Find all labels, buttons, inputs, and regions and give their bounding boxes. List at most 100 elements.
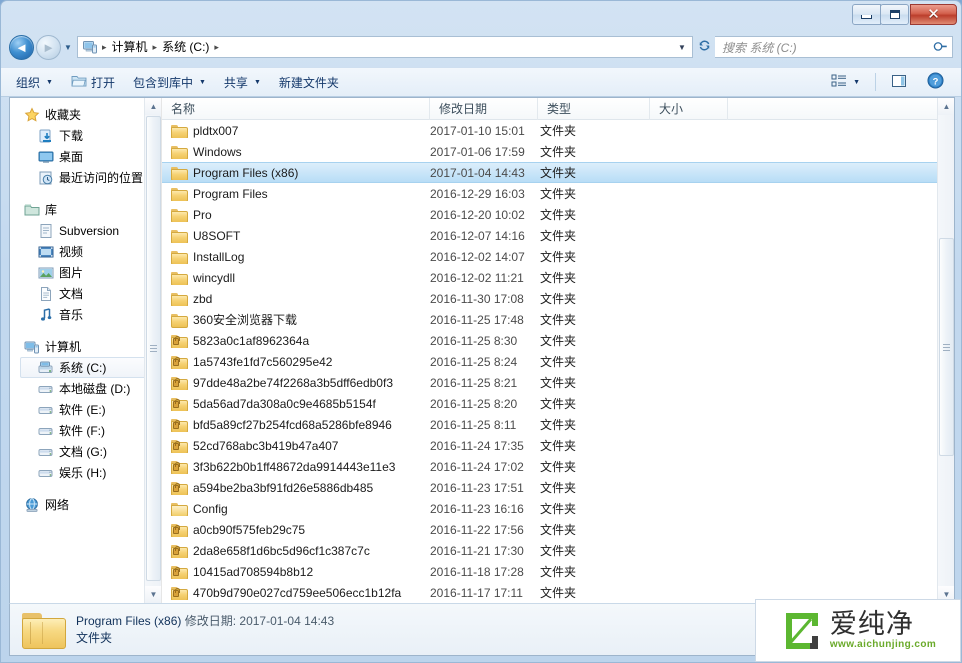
sidebar-item-文档 (G:)[interactable]: 文档 (G:) (10, 441, 161, 462)
column-header-type[interactable]: 类型 (538, 98, 650, 120)
column-header-date[interactable]: 修改日期 (430, 98, 538, 120)
sidebar-item-最近访问的位置[interactable]: 最近访问的位置 (10, 167, 161, 188)
table-row[interactable]: zbd 2016-11-30 17:08 文件夹 (162, 288, 954, 309)
sidebar-item-Subversion[interactable]: Subversion (10, 220, 161, 241)
forward-button[interactable]: ► (36, 34, 61, 60)
table-row[interactable]: 1a5743fe1fd7c560295e42 2016-11-25 8:24 文件夹 (162, 351, 954, 372)
sidebar-item-本地磁盘 (D:)[interactable]: 本地磁盘 (D:) (10, 378, 161, 399)
table-row[interactable]: 5da56ad7da308a0c9e4685b5154f 2016-11-25 8… (162, 393, 954, 414)
table-row[interactable]: 97dde48a2be74f2268a3b5dff6edb0f3 2016-11-… (162, 372, 954, 393)
navigation-group-库[interactable]: 库 (10, 199, 161, 220)
search-box[interactable]: 搜索 系统 (C:) (715, 36, 953, 58)
column-header-name[interactable]: 名称 (162, 98, 430, 120)
file-name-label: Windows (193, 144, 242, 159)
aichunjing-logo-icon (780, 609, 824, 653)
table-row[interactable]: U8SOFT 2016-12-07 14:16 文件夹 (162, 225, 954, 246)
chevron-down-icon: ▼ (64, 42, 72, 52)
scroll-grip-icon (943, 343, 950, 351)
include-in-library-button[interactable]: 包含到库中 ▼ (124, 70, 215, 94)
table-row[interactable]: 2da8e658f1d6bc5d96cf1c387c7c 2016-11-21 1… (162, 540, 954, 561)
sidebar-item-文档[interactable]: 文档 (10, 283, 161, 304)
sidebar-item-娱乐 (H:)[interactable]: 娱乐 (H:) (10, 462, 161, 483)
table-row[interactable]: Pro 2016-12-20 10:02 文件夹 (162, 204, 954, 225)
table-row[interactable]: 3f3b622b0b1ff48672da9914443e11e3 2016-11-… (162, 456, 954, 477)
navigation-group-网络[interactable]: 网络 (10, 494, 161, 515)
navigation-group-计算机[interactable]: 计算机 (10, 336, 161, 357)
sidebar-item-下载[interactable]: 下载 (10, 125, 161, 146)
navigation-scroll-thumb[interactable] (146, 116, 161, 581)
back-button[interactable]: ◄ (9, 34, 34, 60)
maximize-button[interactable] (880, 4, 909, 25)
refresh-icon (699, 40, 709, 51)
view-list-icon (831, 74, 847, 91)
file-name-label: 470b9d790e027cd759ee506ecc1b12fa (193, 585, 402, 600)
minimize-button[interactable] (852, 4, 881, 25)
cell-modified-date: 2016-11-22 17:56 (430, 522, 524, 537)
file-list-scrollbar[interactable]: ▲ ▼ (937, 98, 954, 603)
table-row[interactable]: a0cb90f575feb29c75 2016-11-22 17:56 文件夹 (162, 519, 954, 540)
sidebar-item-软件 (F:)[interactable]: 软件 (F:) (10, 420, 161, 441)
file-name-label: pldtx007 (193, 123, 239, 138)
sidebar-item-音乐[interactable]: 音乐 (10, 304, 161, 325)
table-row[interactable]: wincydll 2016-12-02 11:21 文件夹 (162, 267, 954, 288)
scroll-grip-icon (150, 345, 157, 352)
sidebar-item-label: 软件 (E:) (59, 403, 106, 417)
close-button[interactable]: ✕ (910, 4, 957, 25)
window-controls: ✕ (852, 4, 957, 25)
cell-name: 1a5743fe1fd7c560295e42 (162, 355, 430, 369)
scroll-up-icon[interactable]: ▲ (938, 98, 954, 115)
help-button[interactable]: ? (918, 70, 953, 94)
organize-button[interactable]: 组织 ▼ (7, 70, 62, 94)
new-folder-button[interactable]: 新建文件夹 (270, 70, 348, 94)
navigation-group-label: 收藏夹 (45, 108, 82, 122)
share-button[interactable]: 共享 ▼ (215, 70, 270, 94)
navigation-group-label: 网络 (45, 498, 70, 512)
breadcrumb[interactable]: ▸ 计算机 ▸ 系统 (C:) ▸ ▼ (77, 36, 693, 58)
sidebar-item-图片[interactable]: 图片 (10, 262, 161, 283)
file-name-label: wincydll (193, 270, 236, 285)
table-row[interactable]: 10415ad708594b8b12 2016-11-18 17:28 文件夹 (162, 561, 954, 582)
table-row[interactable]: Config 2016-11-23 16:16 文件夹 (162, 498, 954, 519)
open-button[interactable]: 打开 (62, 70, 124, 94)
navigation-scrollbar[interactable]: ▲ ▼ (144, 98, 161, 603)
table-row[interactable]: Program Files (x86) 2017-01-04 14:43 文件夹 (162, 162, 954, 183)
search-input[interactable]: 搜索 系统 (C:) (719, 39, 934, 56)
folder-icon (171, 250, 187, 264)
history-dropdown-button[interactable]: ▼ (61, 35, 75, 60)
preview-pane-button[interactable] (882, 70, 916, 94)
sidebar-item-系统 (C:)[interactable]: 系统 (C:) (20, 357, 158, 378)
file-list-scroll-thumb[interactable] (939, 238, 954, 456)
scroll-up-icon[interactable]: ▲ (145, 98, 161, 115)
sidebar-item-视频[interactable]: 视频 (10, 241, 161, 262)
change-view-button[interactable]: ▼ (822, 70, 869, 94)
table-row[interactable]: Program Files 2016-12-29 16:03 文件夹 (162, 183, 954, 204)
cell-name: 360安全浏览器下载 (162, 311, 430, 328)
sidebar-item-label: 桌面 (59, 150, 84, 164)
breadcrumb-item-computer[interactable]: 计算机 (108, 38, 152, 56)
breadcrumb-dropdown-button[interactable]: ▼ (674, 43, 690, 52)
status-line-primary: Program Files (x86) 修改日期: 2017-01-04 14:… (76, 613, 334, 630)
sidebar-item-软件 (E:)[interactable]: 软件 (E:) (10, 399, 161, 420)
sidebar-item-桌面[interactable]: 桌面 (10, 146, 161, 167)
scroll-down-icon[interactable]: ▼ (145, 586, 161, 603)
table-row[interactable]: bfd5a89cf27b254fcd68a5286bfe8946 2016-11-… (162, 414, 954, 435)
file-name-label: 1a5743fe1fd7c560295e42 (193, 354, 333, 369)
table-row[interactable]: 5823a0c1af8962364a 2016-11-25 8:30 文件夹 (162, 330, 954, 351)
cell-name: Windows (162, 145, 430, 159)
column-header-filler (728, 98, 954, 120)
column-header-size[interactable]: 大小 (650, 98, 728, 120)
table-row[interactable]: 52cd768abc3b419b47a407 2016-11-24 17:35 文件… (162, 435, 954, 456)
cell-type: 文件夹 (540, 292, 577, 306)
cell-type: 文件夹 (540, 460, 577, 474)
refresh-button[interactable] (693, 38, 715, 56)
table-row[interactable]: 360安全浏览器下载 2016-11-25 17:48 文件夹 (162, 309, 954, 330)
table-row[interactable]: InstallLog 2016-12-02 14:07 文件夹 (162, 246, 954, 267)
table-row[interactable]: a594be2ba3bf91fd26e5886db485 2016-11-23 1… (162, 477, 954, 498)
watermark: 爱纯净 www.aichunjing.com (755, 599, 961, 662)
back-arrow-icon: ◄ (15, 39, 28, 55)
folder-open-icon (171, 502, 187, 516)
breadcrumb-item-system-c[interactable]: 系统 (C:) (158, 38, 213, 56)
navigation-group-收藏夹[interactable]: 收藏夹 (10, 104, 161, 125)
table-row[interactable]: pldtx007 2017-01-10 15:01 文件夹 (162, 120, 954, 141)
table-row[interactable]: Windows 2017-01-06 17:59 文件夹 (162, 141, 954, 162)
